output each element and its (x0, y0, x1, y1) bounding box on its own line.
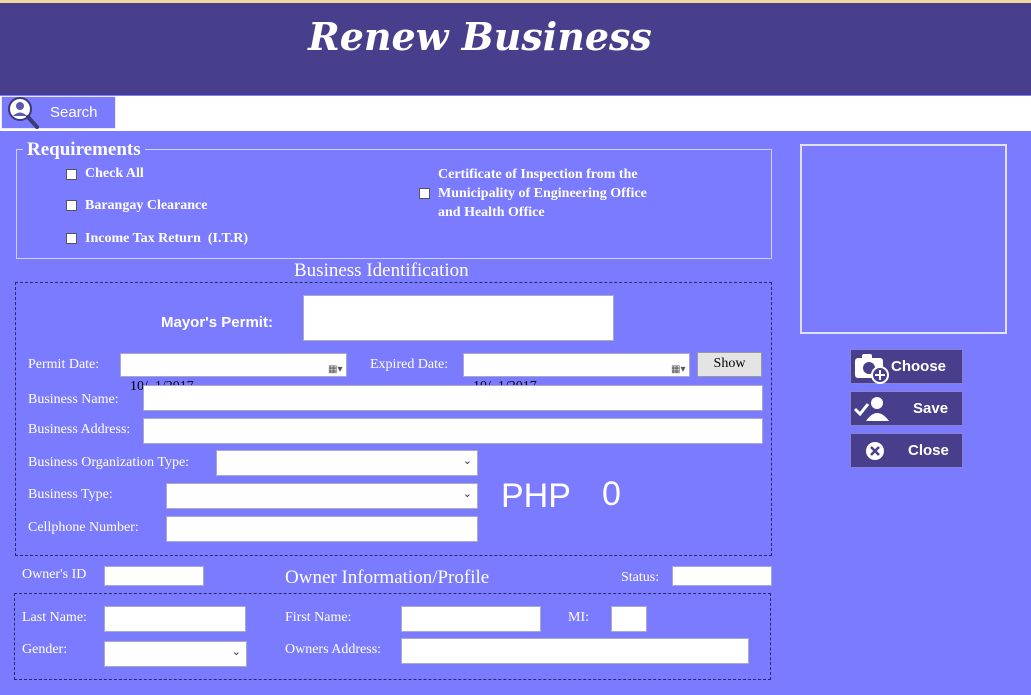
barangay-clearance-label: Barangay Clearance (85, 198, 208, 213)
search-input[interactable] (0, 96, 1031, 131)
status-input[interactable] (672, 566, 772, 586)
last-name-input[interactable] (104, 606, 246, 632)
business-type-select[interactable]: ⌄ (166, 483, 478, 509)
expired-date-label: Expired Date: (370, 357, 449, 372)
chevron-down-icon: ⌄ (462, 454, 472, 467)
choose-button[interactable]: Choose (850, 349, 963, 384)
business-identification-title: Business Identification (294, 260, 469, 281)
org-type-label: Business Organization Type: (28, 455, 190, 470)
permit-date-label: Permit Date: (28, 357, 100, 372)
owner-id-input[interactable] (104, 566, 204, 586)
certificate-label-line1: Certificate of Inspection from the (438, 167, 638, 182)
itr-label: Income Tax Return (I.T.R) (85, 231, 249, 246)
expired-date-picker[interactable]: 10/ 1/2017 ▦▾ (463, 353, 690, 394)
business-address-input[interactable] (143, 418, 763, 444)
mayors-permit-input[interactable] (303, 295, 614, 341)
search-button[interactable]: Search (1, 96, 116, 129)
save-button-label: Save (913, 400, 949, 417)
show-button[interactable]: Show (697, 352, 762, 377)
close-circle-icon (866, 442, 884, 460)
mayors-permit-label: Mayor's Permit: (161, 314, 273, 331)
business-address-label: Business Address: (28, 422, 131, 437)
business-name-input[interactable] (143, 385, 763, 411)
check-all-checkbox[interactable] (66, 169, 77, 180)
status-label: Status: (621, 570, 660, 585)
calendar-icon[interactable]: ▦▾ (328, 359, 342, 375)
photo-box (800, 144, 1007, 334)
camera-add-icon (855, 354, 889, 384)
mi-label: MI: (568, 610, 589, 625)
search-button-label: Search (50, 104, 98, 121)
close-button-label: Close (908, 442, 949, 459)
cellphone-label: Cellphone Number: (28, 520, 139, 535)
check-all-label: Check All (85, 166, 144, 181)
barangay-clearance-checkbox[interactable] (66, 200, 77, 211)
gender-select[interactable]: ⌄ (104, 641, 247, 667)
fee-currency: PHP (501, 477, 571, 515)
mi-input[interactable] (611, 606, 647, 632)
certificate-checkbox[interactable] (419, 188, 430, 199)
certificate-label-line3: and Health Office (438, 205, 545, 220)
user-check-icon (853, 397, 889, 421)
first-name-label: First Name: (285, 610, 352, 625)
certificate-label-line2: Municipality of Engineering Office (438, 186, 647, 201)
permit-date-picker[interactable]: 10/ 1/2017 ▦▾ (120, 353, 347, 394)
search-icon (8, 97, 39, 129)
fee-amount: 0 (602, 475, 621, 513)
cellphone-input[interactable] (166, 516, 478, 542)
owner-id-label: Owner's ID (22, 567, 87, 582)
first-name-input[interactable] (401, 606, 541, 632)
owners-address-input[interactable] (401, 638, 749, 664)
page-title: Renew Business (308, 14, 652, 59)
owners-address-label: Owners Address: (285, 642, 382, 657)
calendar-icon[interactable]: ▦▾ (671, 359, 685, 375)
org-type-select[interactable]: ⌄ (216, 450, 478, 476)
gender-label: Gender: (22, 642, 68, 657)
business-type-label: Business Type: (28, 487, 113, 502)
requirements-legend: Requirements (23, 139, 145, 161)
owner-information-title: Owner Information/Profile (285, 567, 490, 588)
chevron-down-icon: ⌄ (231, 645, 241, 658)
save-button[interactable]: Save (850, 391, 963, 426)
business-name-label: Business Name: (28, 392, 119, 407)
last-name-label: Last Name: (22, 610, 87, 625)
close-button[interactable]: Close (850, 433, 963, 468)
itr-checkbox[interactable] (66, 233, 77, 244)
chevron-down-icon: ⌄ (462, 487, 472, 500)
choose-button-label: Choose (891, 358, 947, 375)
